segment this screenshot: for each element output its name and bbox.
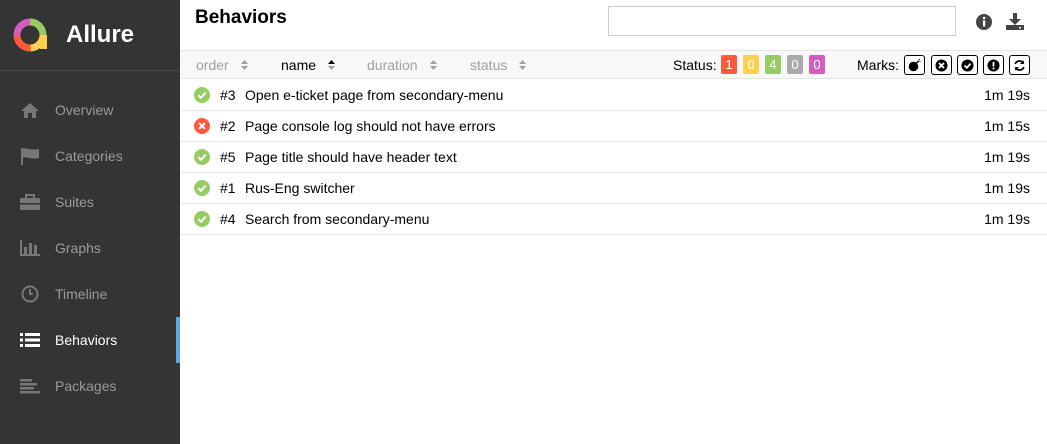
sort-status-label: status — [470, 57, 508, 73]
test-order: #1 — [220, 180, 236, 196]
bar-chart-icon — [19, 239, 41, 257]
page-title: Behaviors — [195, 7, 287, 28]
table-row[interactable]: #4 Search from secondary-menu 1m 19s — [180, 204, 1047, 235]
flag-icon — [19, 147, 41, 165]
mark-new-failed-toggle[interactable] — [931, 55, 952, 75]
exclamation-circle-icon — [987, 59, 1000, 71]
brand[interactable]: Allure — [0, 0, 180, 71]
test-order: #2 — [220, 118, 236, 134]
sidebar-item-packages[interactable]: Packages — [0, 363, 180, 409]
test-order: #3 — [220, 87, 236, 103]
sort-duration-label: duration — [367, 57, 418, 73]
sort-asc-icon — [328, 60, 336, 70]
test-duration: 1m 19s — [984, 180, 1030, 196]
home-icon — [19, 101, 41, 119]
test-duration: 1m 19s — [984, 149, 1030, 165]
sidebar-item-label: Packages — [55, 378, 117, 394]
align-left-icon — [19, 377, 41, 395]
table-row[interactable]: #3 Open e-ticket page from secondary-men… — [180, 80, 1047, 111]
test-name: Page title should have header text — [245, 149, 457, 165]
bomb-icon — [908, 58, 921, 71]
sidebar-item-graphs[interactable]: Graphs — [0, 225, 180, 271]
sidebar-item-timeline[interactable]: Timeline — [0, 271, 180, 317]
sidebar-item-label: Suites — [55, 194, 94, 210]
sidebar-item-label: Categories — [55, 148, 123, 164]
passed-status-icon — [194, 149, 210, 165]
sidebar-item-categories[interactable]: Categories — [0, 133, 180, 179]
briefcase-icon — [19, 193, 41, 211]
sidebar-item-behaviors[interactable]: Behaviors — [0, 317, 180, 363]
status-passed-toggle[interactable]: 4 — [765, 55, 781, 74]
status-skipped-toggle[interactable]: 0 — [787, 55, 803, 74]
status-failed-toggle[interactable]: 1 — [721, 55, 737, 74]
sidebar-item-label: Timeline — [55, 286, 108, 302]
sort-status[interactable]: status — [470, 57, 527, 73]
marks-label: Marks: — [857, 57, 899, 73]
test-name: Search from secondary-menu — [245, 211, 430, 227]
mark-new-broken-toggle[interactable] — [983, 55, 1004, 75]
passed-status-icon — [194, 87, 210, 103]
tree-header: order name duration status Status: 1 0 4… — [180, 50, 1047, 79]
sidebar-item-suites[interactable]: Suites — [0, 179, 180, 225]
search-input[interactable] — [608, 6, 956, 36]
info-icon[interactable] — [974, 12, 994, 32]
test-order: #5 — [220, 149, 236, 165]
sidebar-item-label: Overview — [55, 102, 114, 118]
app-name: Allure — [66, 21, 135, 48]
table-row[interactable]: #2 Page console log should not have erro… — [180, 111, 1047, 142]
sort-duration[interactable]: duration — [367, 57, 438, 73]
status-broken-toggle[interactable]: 0 — [743, 55, 759, 74]
refresh-icon — [1014, 59, 1025, 71]
passed-status-icon — [194, 211, 210, 227]
table-row[interactable]: #5 Page title should have header text 1m… — [180, 142, 1047, 173]
failed-status-icon — [194, 118, 210, 134]
status-filter-label: Status: — [673, 57, 717, 73]
sort-icon — [519, 60, 527, 70]
test-order: #4 — [220, 211, 236, 227]
sort-order[interactable]: order — [196, 57, 249, 73]
sort-name[interactable]: name — [281, 57, 336, 73]
test-duration: 1m 15s — [984, 118, 1030, 134]
allure-logo-icon — [13, 18, 47, 52]
test-list: #3 Open e-ticket page from secondary-men… — [180, 80, 1047, 235]
sort-order-label: order — [196, 57, 229, 73]
sidebar-nav: Overview Categories Suites Graphs Timeli… — [0, 87, 180, 409]
test-duration: 1m 19s — [984, 211, 1030, 227]
mark-flaky-toggle[interactable] — [904, 55, 925, 75]
sort-icon — [429, 60, 437, 70]
clock-icon — [19, 285, 41, 303]
test-name: Rus-Eng switcher — [245, 180, 355, 196]
check-circle-icon — [961, 59, 974, 71]
status-unknown-toggle[interactable]: 0 — [809, 55, 825, 74]
table-row[interactable]: #1 Rus-Eng switcher 1m 19s — [180, 173, 1047, 204]
sidebar-item-label: Graphs — [55, 240, 101, 256]
mark-new-passed-toggle[interactable] — [957, 55, 978, 75]
sort-name-label: name — [281, 57, 317, 73]
sort-icon — [240, 60, 248, 70]
sidebar: Allure Overview Categories Suites Graphs — [0, 0, 180, 444]
sidebar-item-overview[interactable]: Overview — [0, 87, 180, 133]
times-circle-icon — [935, 59, 948, 71]
test-name: Open e-ticket page from secondary-menu — [245, 87, 504, 103]
test-duration: 1m 19s — [984, 87, 1030, 103]
sidebar-item-label: Behaviors — [55, 332, 118, 348]
list-icon — [19, 331, 41, 349]
main-panel: Behaviors order name duration status Sta… — [180, 0, 1047, 444]
test-name: Page console log should not have errors — [245, 118, 496, 134]
mark-retries-toggle[interactable] — [1009, 55, 1030, 75]
passed-status-icon — [194, 180, 210, 196]
download-icon[interactable] — [1005, 12, 1025, 32]
